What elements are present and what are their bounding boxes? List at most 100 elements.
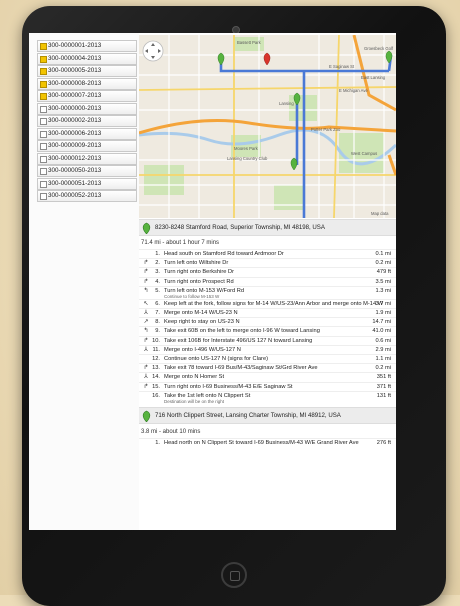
direction-step[interactable]: ↰ 9. Take exit 60B on the left to merge on… [139, 326, 396, 335]
map-pin-red[interactable] [263, 52, 271, 66]
case-checkbox[interactable] [40, 68, 47, 75]
direction-step[interactable]: ↱ 10. Take exit 106B for Interstate 496/US… [139, 335, 396, 345]
case-item[interactable]: 300-0000004-2013 [37, 52, 137, 65]
step-text: Merge onto N Homer St [164, 374, 225, 381]
case-label: 300-0000052-2013 [48, 192, 102, 199]
case-item[interactable]: 300-0000009-2013 [37, 140, 137, 152]
step-text: Keep right to stay on US-23 N [164, 319, 240, 326]
step-distance: 479 ft [376, 269, 391, 276]
case-item[interactable]: 300-0000012-2013 [37, 152, 137, 165]
start-pin-icon [142, 222, 151, 234]
step-text: Take exit 60B on the left to merge onto … [164, 328, 320, 335]
direction-step[interactable]: ↱ 15. Turn right onto I-69 Business/M-43 E… [139, 381, 396, 391]
case-item[interactable]: 300-0000051-2013 [37, 177, 137, 190]
home-button[interactable] [221, 562, 247, 588]
step-number: 15. [152, 383, 160, 390]
route-map[interactable]: Bassett Park Lansing East Lansing Moores… [139, 35, 396, 218]
waypoint-address-bar[interactable]: 716 North Clippert Street, Lansing Chart… [139, 406, 396, 424]
case-checkbox[interactable] [40, 43, 47, 50]
direction-step[interactable]: 16. Take the 1st left onto N Clippert St 1… [139, 390, 396, 405]
direction-step[interactable]: ⅄ 7. Merge onto M-14 W/US-23 N 1.9 mi [139, 308, 396, 317]
turn-icon: ↰ [143, 287, 149, 294]
direction-step[interactable]: ↱ 2. Turn left onto Wiltshire Dr 0.2 mi [139, 258, 396, 267]
direction-step[interactable]: ↰ 5. Turn left onto M-153 W/Ford Rd 1.3 mi C… [139, 285, 396, 299]
case-label: 300-0000004-2013 [48, 54, 102, 62]
step-number: 3. [155, 269, 160, 276]
map-label-potter-park: Potter Park Zoo [311, 127, 341, 132]
map-label-groesbeck: Groesbeck Golf [364, 46, 394, 51]
direction-step[interactable]: 1. Head south on Stamford Rd toward Ardmo… [139, 249, 396, 258]
step-text: Merge onto I-496 W/US-127 N [164, 346, 241, 353]
direction-step[interactable]: 1. Head north on N Clippert St toward I-6… [139, 437, 396, 447]
direction-step[interactable]: ↖ 6. Keep left at the fork, follow signs f… [139, 298, 396, 308]
turn-icon: ⅄ [144, 374, 148, 381]
case-checkbox[interactable] [40, 80, 47, 88]
case-checkbox[interactable] [40, 143, 47, 150]
case-item[interactable]: 300-0000002-2013 [37, 115, 137, 127]
case-item[interactable]: 300-0000000-2013 [37, 102, 137, 115]
case-checkbox[interactable] [40, 155, 47, 163]
step-distance: 131 ft [376, 392, 391, 399]
turn-icon: ↱ [143, 278, 149, 285]
case-label: 300-0000005-2013 [48, 67, 102, 74]
case-checkbox[interactable] [40, 193, 47, 200]
map-pin-green[interactable] [217, 52, 225, 66]
map-label-michigan-ave: E Michigan Ave [339, 88, 368, 93]
case-item[interactable]: 300-0000050-2013 [37, 165, 137, 177]
step-distance: 1.1 mi [375, 356, 392, 362]
case-item[interactable]: 300-0000052-2013 [37, 190, 137, 202]
step-text: Head north on N Clippert St toward I-69 … [164, 439, 359, 446]
step-text: Head south on Stamford Rd toward Ardmoor… [164, 251, 284, 257]
direction-step[interactable]: ↱ 3. Turn right onto Berkshire Dr 479 ft [139, 267, 396, 276]
direction-step[interactable]: ↱ 13. Take exit 78 toward I-69 Bus/M-43/Sa… [139, 363, 396, 372]
case-label: 300-0000002-2013 [48, 117, 102, 124]
direction-step[interactable]: ⅄ 11. Merge onto I-496 W/US-127 N 2.9 mi [139, 344, 396, 354]
direction-step[interactable]: ↱ 4. Turn right onto Prospect Rd 3.5 mi [139, 276, 396, 286]
directions-panel: 8230-8248 Stamford Road, Superior Townsh… [139, 219, 396, 530]
start-address-bar[interactable]: 8230-8248 Stamford Road, Superior Townsh… [139, 219, 396, 236]
map-label-bassett-park: Bassett Park [237, 40, 262, 45]
case-checkbox[interactable] [40, 118, 47, 125]
case-checkbox[interactable] [40, 180, 47, 188]
step-number: 6. [155, 300, 160, 307]
step-text: Take exit 78 toward I-69 Bus/M-43/Sagina… [164, 365, 318, 372]
step-text: Keep left at the fork, follow signs for … [164, 300, 384, 307]
step-distance: 276 ft [376, 439, 391, 446]
park-area [274, 185, 304, 210]
step-number: 8. [155, 319, 160, 326]
direction-step[interactable]: ↗ 8. Keep right to stay on US-23 N 14.7 mi [139, 317, 396, 326]
step-number: 4. [155, 278, 160, 285]
step-subtext: Destination will be on the right [164, 399, 225, 405]
case-item[interactable]: 300-0000008-2013 [37, 77, 137, 90]
map-label-map-data: Map data [371, 211, 389, 216]
step-distance: 2.9 mi [375, 346, 392, 353]
step-number: 2. [155, 260, 160, 267]
case-item[interactable]: 300-0000006-2013 [37, 127, 137, 140]
step-number: 5. [155, 287, 160, 294]
case-checkbox[interactable] [40, 130, 47, 138]
step-number: 1. [155, 251, 160, 257]
step-number: 1. [155, 439, 160, 446]
step-distance: 3.7 mi [375, 300, 392, 307]
map-canvas[interactable]: Bassett Park Lansing East Lansing Moores… [139, 35, 396, 218]
step-number: 16. [152, 392, 160, 399]
step-text: Turn right onto I-69 Business/M-43 E/E S… [164, 383, 293, 390]
case-checkbox[interactable] [40, 105, 47, 113]
case-checkbox[interactable] [40, 168, 47, 175]
direction-step[interactable]: ⅄ 14. Merge onto N Homer St 351 ft [139, 372, 396, 381]
map-pan-control[interactable] [142, 40, 164, 62]
map-pin-green[interactable] [290, 157, 298, 171]
case-label: 300-0000009-2013 [48, 142, 102, 149]
step-distance: 14.7 mi [372, 319, 391, 326]
direction-step[interactable]: 12. Continue onto US-127 N (signs for Cla… [139, 354, 396, 363]
case-checkbox[interactable] [40, 93, 47, 100]
step-text: Turn left onto Wiltshire Dr [164, 260, 229, 267]
step-number: 10. [152, 337, 160, 344]
case-item[interactable]: 300-0000007-2013 [37, 90, 137, 102]
step-text: Turn left onto M-153 W/Ford Rd [164, 287, 245, 294]
case-item[interactable]: 300-0000001-2013 [37, 40, 137, 52]
case-label: 300-0000006-2013 [48, 129, 102, 137]
turn-icon: ↗ [143, 319, 149, 326]
case-checkbox[interactable] [40, 55, 47, 63]
case-item[interactable]: 300-0000005-2013 [37, 65, 137, 77]
